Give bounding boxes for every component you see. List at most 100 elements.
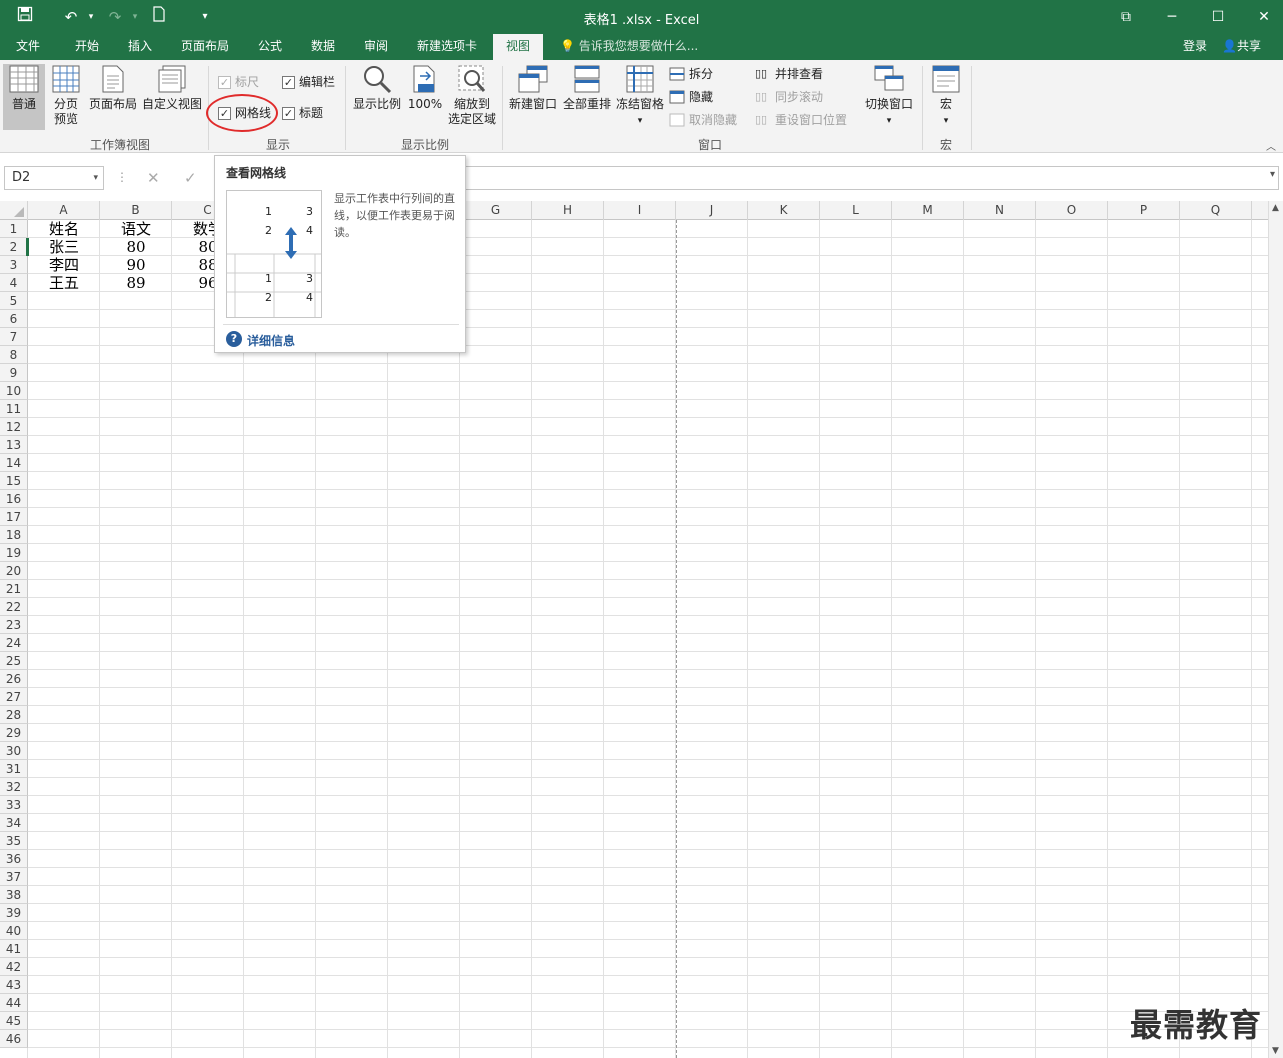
row-header[interactable]: 5 [0, 292, 28, 310]
row-header[interactable]: 1 [0, 220, 28, 238]
maximize-button[interactable]: ☐ [1200, 4, 1236, 30]
column-header[interactable]: M [892, 201, 964, 220]
row-header[interactable]: 14 [0, 454, 28, 472]
column-header[interactable]: K [748, 201, 820, 220]
column-header[interactable]: I [604, 201, 676, 220]
row-header[interactable]: 9 [0, 364, 28, 382]
arrange-all-button[interactable]: 全部重排 [561, 64, 613, 112]
row-header[interactable]: 41 [0, 940, 28, 958]
tell-me-box[interactable]: 💡 告诉我您想要做什么... [560, 34, 698, 58]
headings-checkbox[interactable]: ✓ [282, 107, 295, 120]
name-box-dropdown-icon[interactable]: ▾ [93, 167, 98, 189]
cell[interactable]: 王五 [28, 274, 100, 292]
row-header[interactable]: 39 [0, 904, 28, 922]
row-header[interactable]: 4 [0, 274, 28, 292]
row-header[interactable]: 8 [0, 346, 28, 364]
row-header[interactable]: 45 [0, 1012, 28, 1030]
select-all-corner[interactable] [0, 201, 28, 220]
normal-view-button[interactable]: 普通 [3, 64, 45, 130]
custom-views-button[interactable]: 自定义视图 [140, 64, 204, 112]
row-header[interactable]: 35 [0, 832, 28, 850]
row-header[interactable]: 25 [0, 652, 28, 670]
close-button[interactable]: ✕ [1246, 4, 1282, 30]
column-header[interactable]: P [1108, 201, 1180, 220]
tab-home[interactable]: 开始 [62, 34, 112, 60]
tab-insert[interactable]: 插入 [116, 34, 164, 60]
cell[interactable]: 语文 [100, 220, 172, 238]
row-header[interactable]: 21 [0, 580, 28, 598]
split-button[interactable]: 拆分 [689, 66, 713, 82]
more-info-link[interactable]: 详细信息 [247, 332, 295, 349]
freeze-panes-button[interactable]: 冻结窗格 ▾ [614, 64, 666, 129]
row-header[interactable]: 43 [0, 976, 28, 994]
row-header[interactable]: 28 [0, 706, 28, 724]
row-header[interactable]: 23 [0, 616, 28, 634]
row-header[interactable]: 27 [0, 688, 28, 706]
row-header[interactable]: 29 [0, 724, 28, 742]
tab-file[interactable]: 文件 [4, 34, 52, 60]
formula-input[interactable]: ▾ [465, 166, 1279, 190]
row-header[interactable]: 24 [0, 634, 28, 652]
formula-bar-checkbox[interactable]: ✓ [282, 76, 295, 89]
new-window-button[interactable]: 新建窗口 [507, 64, 559, 112]
cell[interactable]: 80 [100, 238, 172, 256]
cell[interactable]: 李四 [28, 256, 100, 274]
tab-view[interactable]: 视图 [493, 34, 543, 60]
row-header[interactable]: 32 [0, 778, 28, 796]
row-header[interactable]: 15 [0, 472, 28, 490]
zoom-to-selection-button[interactable]: 缩放到 选定区域 [446, 64, 498, 127]
switch-windows-button[interactable]: 切换窗口 ▾ [862, 64, 916, 129]
login-link[interactable]: 登录 [1183, 34, 1207, 58]
column-header[interactable]: G [460, 201, 532, 220]
column-header[interactable]: J [676, 201, 748, 220]
cell[interactable]: 90 [100, 256, 172, 274]
vertical-scrollbar[interactable]: ▲ ▼ [1268, 201, 1283, 1058]
column-header[interactable]: O [1036, 201, 1108, 220]
tab-formulas[interactable]: 公式 [246, 34, 294, 60]
row-header[interactable]: 10 [0, 382, 28, 400]
row-header[interactable]: 30 [0, 742, 28, 760]
row-header[interactable]: 37 [0, 868, 28, 886]
zoom-button[interactable]: 显示比例 [350, 64, 404, 112]
row-header[interactable]: 20 [0, 562, 28, 580]
row-header[interactable]: 33 [0, 796, 28, 814]
row-header[interactable]: 40 [0, 922, 28, 940]
tab-new[interactable]: 新建选项卡 [406, 34, 488, 60]
name-box[interactable]: D2 ▾ [4, 166, 104, 190]
row-header[interactable]: 6 [0, 310, 28, 328]
row-header[interactable]: 13 [0, 436, 28, 454]
hide-button[interactable]: 隐藏 [689, 89, 713, 105]
row-header[interactable]: 7 [0, 328, 28, 346]
view-side-by-side-button[interactable]: 并排查看 [775, 66, 823, 82]
row-header[interactable]: 38 [0, 886, 28, 904]
row-header[interactable]: 2 [0, 238, 28, 256]
row-header[interactable]: 18 [0, 526, 28, 544]
cell[interactable]: 姓名 [28, 220, 100, 238]
row-header[interactable]: 17 [0, 508, 28, 526]
tab-page-layout[interactable]: 页面布局 [170, 34, 240, 60]
page-layout-view-button[interactable]: 页面布局 [88, 64, 138, 112]
row-header[interactable]: 11 [0, 400, 28, 418]
column-header[interactable]: A [28, 201, 100, 220]
cell[interactable]: 张三 [28, 238, 100, 256]
row-header[interactable]: 42 [0, 958, 28, 976]
worksheet-grid[interactable]: ABCDEFGHIJKLMNOPQ 姓名语文数学张三8080李四9088王五89… [0, 201, 1268, 1058]
row-header[interactable]: 36 [0, 850, 28, 868]
column-header[interactable]: B [100, 201, 172, 220]
scroll-up-icon[interactable]: ▲ [1272, 203, 1279, 213]
column-header[interactable]: Q [1180, 201, 1252, 220]
row-header[interactable]: 16 [0, 490, 28, 508]
expand-formula-icon[interactable]: ▾ [1270, 169, 1275, 180]
row-header[interactable]: 22 [0, 598, 28, 616]
zoom-100-button[interactable]: 100% [406, 64, 444, 112]
row-header[interactable]: 3 [0, 256, 28, 274]
row-header[interactable]: 26 [0, 670, 28, 688]
tab-review[interactable]: 审阅 [352, 34, 400, 60]
share-button[interactable]: 👤共享 [1222, 34, 1261, 58]
tab-data[interactable]: 数据 [300, 34, 346, 60]
row-header[interactable]: 31 [0, 760, 28, 778]
ribbon-display-options-icon[interactable]: ⧉ [1108, 4, 1144, 30]
scroll-down-icon[interactable]: ▼ [1272, 1046, 1279, 1056]
row-header[interactable]: 12 [0, 418, 28, 436]
row-header[interactable]: 19 [0, 544, 28, 562]
